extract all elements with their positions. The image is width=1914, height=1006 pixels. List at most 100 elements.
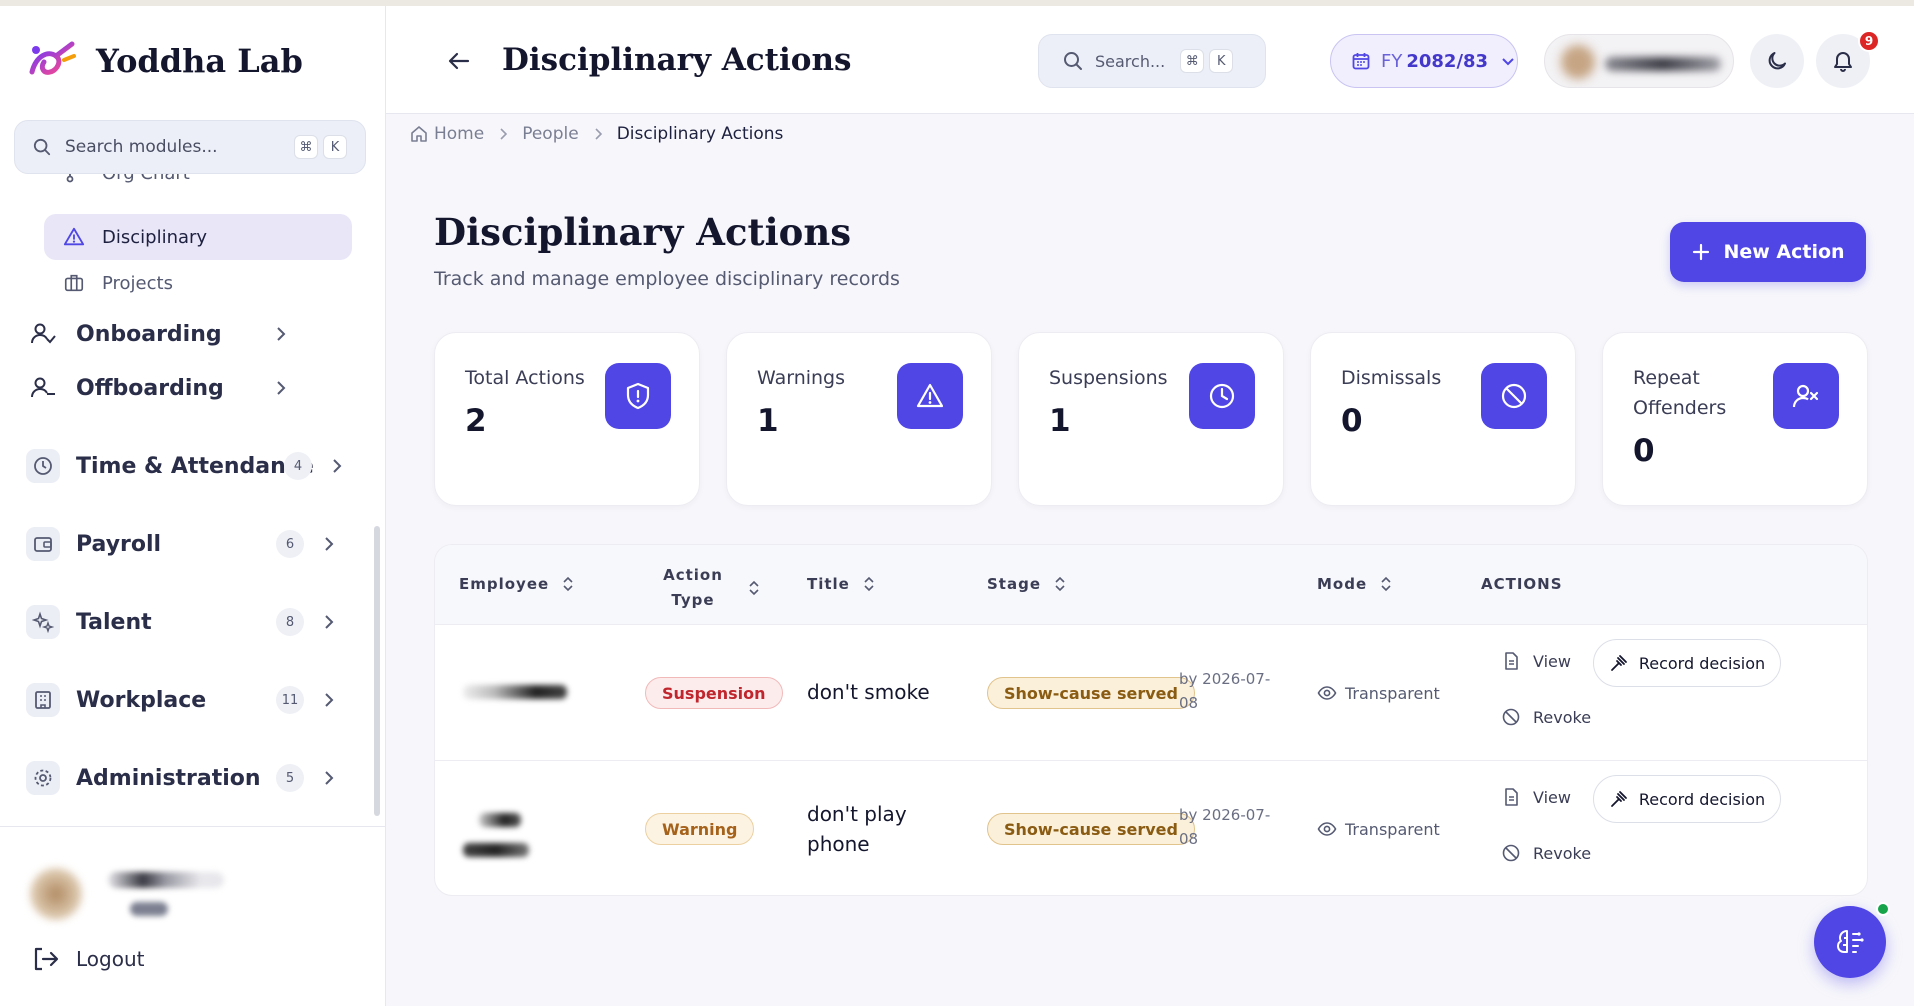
file-icon (1505, 788, 1518, 806)
sidebar-item-label: Talent (76, 609, 152, 635)
column-header-stage[interactable]: Stage (987, 575, 1067, 593)
column-header-label: Employee (459, 575, 550, 593)
stat-value: 2 (465, 403, 487, 439)
sidebar-item-talent[interactable]: Talent 8 (26, 598, 346, 646)
sidebar-item-count: 6 (276, 530, 304, 558)
column-header-actions: ACTIONS (1481, 575, 1563, 593)
column-header-label: Title (807, 575, 850, 593)
new-action-button[interactable]: New Action (1670, 222, 1866, 282)
column-header-mode[interactable]: Mode (1317, 575, 1393, 593)
sidebar-item-administration[interactable]: Administration 5 (26, 754, 346, 802)
record-decision-button[interactable]: Record decision (1593, 639, 1781, 687)
mode-indicator: Transparent (1317, 819, 1440, 839)
sidebar-subitem-projects[interactable]: Projects (44, 260, 352, 306)
theme-toggle-button[interactable] (1750, 34, 1804, 88)
sparkles-icon (26, 605, 60, 639)
notification-count-badge: 9 (1858, 30, 1880, 52)
fiscal-year-select[interactable]: FY 2082/83 (1330, 34, 1518, 88)
mode-indicator: Transparent (1317, 683, 1440, 703)
plus-icon (1693, 243, 1710, 261)
stat-label: Total Actions (465, 367, 585, 389)
ban-icon (1481, 363, 1547, 429)
sidebar-item-time-attendance[interactable]: Time & Attendance 4 (26, 442, 346, 490)
stat-value: 0 (1633, 433, 1655, 469)
top-header: Disciplinary Actions Search... ⌘ K FY 20… (386, 6, 1914, 114)
view-button[interactable]: View (1501, 651, 1571, 671)
revoke-button[interactable]: Revoke (1501, 843, 1591, 863)
column-header-label: Action Type (663, 566, 723, 609)
gavel-icon (1610, 791, 1627, 807)
fiscal-year-label: FY (1381, 50, 1403, 72)
action-type-badge: Suspension (645, 677, 783, 709)
ai-assistant-button[interactable] (1814, 906, 1886, 978)
gavel-icon (1610, 655, 1627, 671)
module-search-input[interactable]: Search modules... ⌘ K (14, 120, 366, 174)
stat-label: Repeat Offenders (1633, 367, 1727, 419)
logout-icon (34, 947, 59, 971)
sidebar-scrollbar[interactable] (374, 526, 380, 816)
brand-name: Yoddha Lab (96, 42, 303, 80)
briefcase-icon (62, 271, 86, 295)
sidebar-divider (0, 826, 386, 827)
sidebar-subitem-disciplinary[interactable]: Disciplinary (44, 214, 352, 260)
sidebar-subitem-org-chart[interactable]: Org Chart (44, 174, 352, 196)
sidebar-subitem-clip: Org Chart (44, 174, 352, 206)
eye-icon (1317, 822, 1337, 836)
home-icon (411, 126, 427, 142)
fiscal-year-value: 2082/83 (1406, 50, 1489, 72)
shortcut-cmd-key: ⌘ (294, 135, 318, 159)
revoke-button[interactable]: Revoke (1501, 707, 1591, 727)
record-decision-button[interactable]: Record decision (1593, 775, 1781, 823)
calendar-icon (1352, 53, 1370, 70)
ban-icon (1502, 844, 1520, 862)
new-action-label: New Action (1723, 241, 1845, 263)
sidebar-item-offboarding[interactable]: Offboarding (26, 364, 346, 412)
warning-triangle-icon (897, 363, 963, 429)
view-button[interactable]: View (1501, 787, 1571, 807)
chevron-right-icon (325, 537, 334, 551)
column-header-title[interactable]: Title (807, 575, 876, 593)
sidebar-item-payroll[interactable]: Payroll 6 (26, 520, 346, 568)
stat-label: Dismissals (1341, 367, 1442, 389)
building-icon (26, 683, 60, 717)
revoke-label: Revoke (1533, 843, 1592, 863)
sidebar-item-workplace[interactable]: Workplace 11 (26, 676, 346, 724)
shortcut-k-key: K (1209, 49, 1234, 73)
sidebar-item-label: Time & Attendance (76, 453, 314, 479)
shortcut-cmd-key: ⌘ (1180, 49, 1205, 73)
yoddha-logo-icon (29, 41, 76, 75)
sidebar-subitem-label: Disciplinary (102, 226, 208, 248)
global-search-input[interactable]: Search... ⌘ K (1038, 34, 1266, 88)
sort-icon (1381, 576, 1391, 592)
page-subtitle: Track and manage employee disciplinary r… (434, 268, 900, 290)
table-row[interactable]: Warning don't play phone Show-cause serv… (435, 761, 1867, 895)
stat-value: 1 (1049, 403, 1071, 439)
sidebar-item-count: 5 (276, 764, 304, 792)
profile-menu[interactable] (1544, 34, 1734, 88)
brand[interactable]: Yoddha Lab (26, 36, 303, 86)
clock-icon (1189, 363, 1255, 429)
breadcrumb-home[interactable]: Home (434, 124, 484, 144)
sort-icon (749, 580, 759, 596)
avatar[interactable] (30, 868, 82, 920)
chevron-right-icon (595, 128, 602, 140)
revoke-label: Revoke (1533, 707, 1592, 727)
logout-label: Logout (76, 947, 145, 971)
back-arrow-icon[interactable] (446, 48, 472, 74)
search-icon (1064, 52, 1082, 70)
column-header-employee[interactable]: Employee (459, 575, 575, 593)
stage-due-date: by 2026-07-08 (1179, 670, 1271, 712)
column-header-action-type[interactable]: Action Type (657, 563, 787, 613)
search-icon (33, 138, 51, 156)
sidebar-item-count: 4 (284, 452, 312, 480)
table-row[interactable]: Suspension don't smoke Show-cause served… (435, 625, 1867, 761)
mode-label: Transparent (1345, 683, 1440, 703)
breadcrumb-people[interactable]: People (522, 124, 578, 144)
sidebar-item-onboarding[interactable]: Onboarding (26, 310, 346, 358)
chevron-right-icon (500, 128, 508, 140)
chevron-right-icon (277, 327, 286, 341)
action-type-badge: Warning (645, 813, 755, 845)
user-x-icon (1773, 363, 1839, 429)
logout-button[interactable]: Logout (30, 944, 144, 974)
brain-icon (1837, 930, 1864, 953)
